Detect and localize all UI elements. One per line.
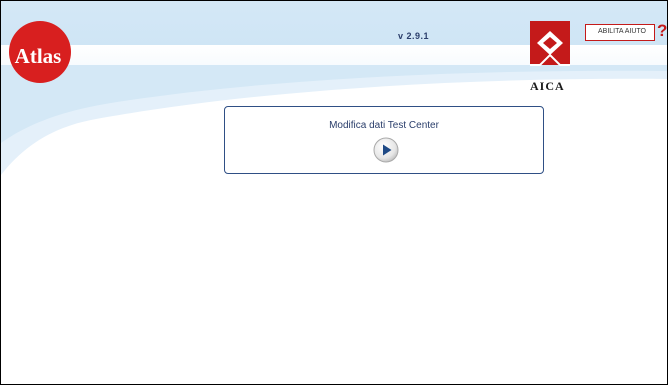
- atlas-logo-text: Atlas: [15, 44, 62, 68]
- version-label: v 2.9.1: [398, 31, 430, 41]
- test-center-card: Modifica dati Test Center: [224, 106, 544, 174]
- help-icon[interactable]: ?: [657, 21, 667, 41]
- card-title: Modifica dati Test Center: [329, 120, 439, 131]
- play-icon[interactable]: [373, 137, 399, 163]
- aica-logo-text: AICA: [530, 79, 565, 93]
- atlas-logo: Atlas: [9, 21, 71, 83]
- app-window: Atlas v 2.9.1 AICA ABILITA AIUTO ? Modif…: [0, 0, 668, 385]
- aica-logo: [530, 21, 570, 66]
- enable-help-button[interactable]: ABILITA AIUTO: [585, 24, 655, 41]
